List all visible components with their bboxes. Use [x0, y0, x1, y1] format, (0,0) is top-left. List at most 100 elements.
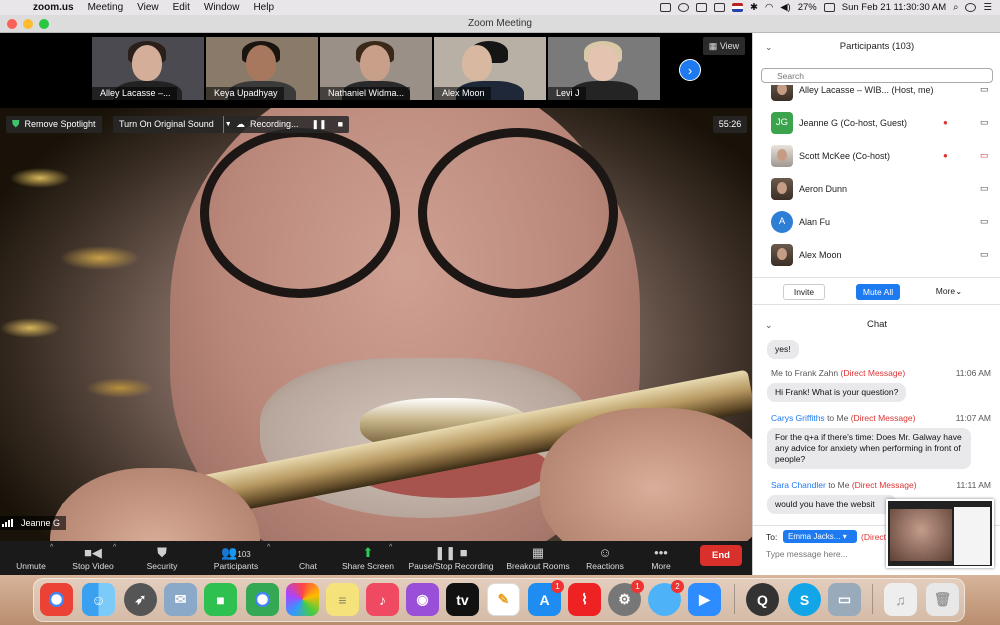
acrobat-icon[interactable]: ⌇: [568, 583, 601, 616]
quicktime-icon[interactable]: Q: [746, 583, 779, 616]
recording-indicator[interactable]: ☁ Recording... ❚❚ ■: [230, 116, 350, 133]
video-tile[interactable]: Levi J: [548, 37, 660, 100]
menu-view[interactable]: View: [130, 0, 166, 15]
menu-window[interactable]: Window: [197, 0, 247, 15]
screen-preview-thumbnail[interactable]: [886, 499, 994, 568]
participant-row[interactable]: A Alan Fu ▭: [753, 205, 1000, 238]
participant-name: Jeanne G (Co-host, Guest): [799, 117, 908, 128]
video-tile[interactable]: Keya Upadhyay: [206, 37, 318, 100]
participants-button[interactable]: 👥103 Participants: [208, 541, 264, 575]
pages-icon[interactable]: ✎: [487, 583, 520, 616]
skype-icon[interactable]: S: [788, 583, 821, 616]
display-tray-icon[interactable]: [695, 3, 707, 12]
chrome-icon[interactable]: [40, 583, 73, 616]
stop-video-button[interactable]: ■◀ Stop Video: [70, 541, 116, 575]
chat-sender: Me: [771, 368, 783, 378]
apple-tv-icon[interactable]: tv: [446, 583, 479, 616]
menu-edit[interactable]: Edit: [166, 0, 197, 15]
chat-time: 11:06 AM: [955, 368, 991, 378]
next-page-arrow-icon[interactable]: ›: [679, 59, 701, 81]
audio-options-chevron-icon[interactable]: ^: [50, 544, 53, 551]
photos-icon[interactable]: [286, 583, 319, 616]
battery-icon[interactable]: [823, 3, 835, 12]
participant-row[interactable]: JG Jeanne G (Co-host, Guest) ● ▭: [753, 106, 1000, 139]
reactions-button[interactable]: ☺ Reactions: [582, 541, 628, 575]
breakout-rooms-button[interactable]: ▦ Breakout Rooms: [505, 541, 571, 575]
view-button[interactable]: ▦ View: [703, 37, 745, 55]
video-camera-icon: ▭: [980, 117, 989, 127]
invite-button[interactable]: Invite: [783, 284, 825, 300]
signal-bars-icon: [2, 519, 13, 527]
remove-spotlight-button[interactable]: ⛊ Remove Spotlight: [6, 116, 102, 133]
podcasts-icon[interactable]: ◉: [406, 583, 439, 616]
participants-chevron-icon[interactable]: ^: [267, 544, 270, 551]
menu-app[interactable]: zoom.us: [26, 0, 81, 15]
participant-row[interactable]: Scott McKee (Co-host) ● ▭: [753, 139, 1000, 172]
chat-recipient-value: Emma Jacks...: [788, 532, 841, 541]
close-window-button[interactable]: [7, 19, 17, 29]
bluetooth-icon[interactable]: ✱: [750, 2, 758, 13]
flag-icon[interactable]: [731, 3, 743, 12]
chat-message-bubble: yes!: [767, 340, 799, 359]
chat-message-input[interactable]: [766, 549, 886, 559]
video-tile[interactable]: Alley Lacasse –...: [92, 37, 204, 100]
mute-all-button[interactable]: Mute All: [856, 284, 900, 300]
menu-bar: zoom.us Meeting View Edit Window Help ✱ …: [0, 0, 1000, 15]
facetime-icon[interactable]: ■: [204, 583, 237, 616]
volume-icon[interactable]: ◀): [780, 2, 790, 13]
spotlight-search-icon[interactable]: ⌕: [953, 2, 958, 13]
more-participants-button[interactable]: More⌄: [930, 284, 968, 300]
participant-row[interactable]: Alley Lacasse – WIB... (Host, me) ▭: [753, 85, 1000, 106]
zoom-icon[interactable]: ▶: [688, 583, 721, 616]
video-tile[interactable]: Alex Moon: [434, 37, 546, 100]
video-tile[interactable]: Nathaniel Widma...: [320, 37, 432, 100]
screen-share-tray-icon[interactable]: [677, 3, 689, 12]
chevron-down-icon[interactable]: ⌄: [765, 39, 773, 55]
finder-icon[interactable]: ☺: [82, 583, 115, 616]
stop-icon[interactable]: ■: [338, 116, 343, 133]
launchpad-icon[interactable]: ➶: [124, 583, 157, 616]
zoom-tray-icon[interactable]: [659, 3, 671, 12]
pause-icon[interactable]: ❚❚: [312, 116, 327, 133]
notes-icon[interactable]: ≡: [326, 583, 359, 616]
participant-row[interactable]: Alex Moon ▭: [753, 238, 1000, 269]
security-button[interactable]: ⛊ Security: [140, 541, 184, 575]
original-sound-button[interactable]: Turn On Original Sound ▼: [113, 116, 239, 133]
participant-row[interactable]: Aeron Dunn ▭: [753, 172, 1000, 205]
reactions-label: Reactions: [586, 561, 624, 571]
minimize-window-button[interactable]: [23, 19, 33, 29]
zoom-window-button[interactable]: [39, 19, 49, 29]
chat-button[interactable]: Chat: [290, 541, 326, 575]
direct-message-tag: (Direct: [861, 532, 887, 542]
status-tray: ✱ ◠ ◀) 27% Sun Feb 21 11:30:30 AM ⌕ ☰: [659, 2, 1000, 13]
participants-search-input[interactable]: [761, 68, 993, 83]
music-file-icon[interactable]: ♫: [884, 583, 917, 616]
share-screen-button[interactable]: ⬆ Share Screen: [340, 541, 396, 575]
chat-recipient-select[interactable]: Emma Jacks... ▾: [783, 530, 857, 543]
airplay-icon[interactable]: [713, 3, 725, 12]
tile-label: Alley Lacasse –...: [92, 87, 177, 100]
more-label: More: [651, 561, 671, 571]
share-options-chevron-icon[interactable]: ^: [389, 544, 392, 551]
app-store-badge: 1: [551, 580, 564, 593]
clock[interactable]: Sun Feb 21 11:30:30 AM: [842, 2, 946, 13]
chrome-secondary-icon[interactable]: [246, 583, 279, 616]
chevron-down-icon[interactable]: ⌄: [765, 317, 773, 333]
menu-meeting[interactable]: Meeting: [81, 0, 131, 15]
unmute-button[interactable]: Unmute: [8, 541, 54, 575]
dock-separator: [872, 584, 873, 614]
video-options-chevron-icon[interactable]: ^: [113, 544, 116, 551]
control-center-icon[interactable]: ☰: [983, 2, 992, 13]
user-tray-icon[interactable]: [965, 3, 977, 12]
menu-help[interactable]: Help: [246, 0, 281, 15]
mail-stamp-icon[interactable]: ✉: [164, 583, 197, 616]
end-meeting-button[interactable]: End: [700, 545, 742, 566]
trash-icon[interactable]: 🗑: [926, 583, 959, 616]
more-button[interactable]: ••• More: [644, 541, 678, 575]
spotlight-video[interactable]: [0, 108, 752, 541]
shield-icon: ⛊: [157, 545, 167, 560]
wifi-icon[interactable]: ◠: [765, 2, 773, 13]
pause-stop-recording-button[interactable]: ❚❚ ■ Pause/Stop Recording: [405, 541, 497, 575]
preview-icon[interactable]: ▭: [828, 583, 861, 616]
music-icon[interactable]: ♪: [366, 583, 399, 616]
